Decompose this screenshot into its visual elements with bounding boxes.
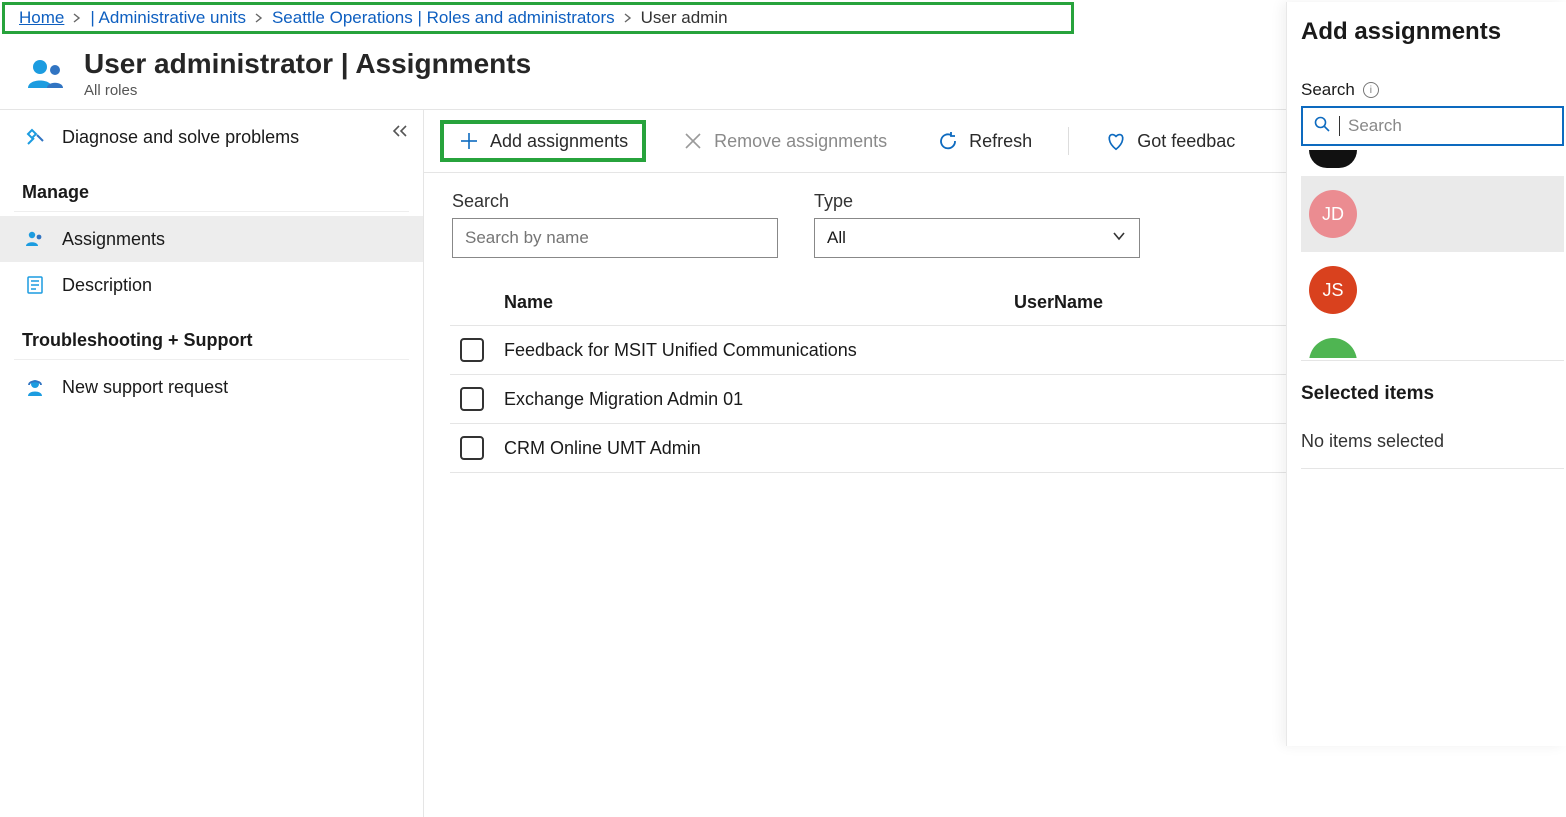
sidebar-item-label: Description	[62, 275, 152, 296]
sidebar-item-diagnose[interactable]: Diagnose and solve problems	[0, 114, 423, 160]
toolbar-label: Remove assignments	[714, 131, 887, 152]
panel-title: Add assignments	[1301, 18, 1564, 46]
selected-items-title: Selected items	[1301, 383, 1564, 405]
panel-search-placeholder: Search	[1348, 116, 1402, 136]
sidebar-item-label: Assignments	[62, 229, 165, 250]
breadcrumb-current: User admin	[641, 8, 728, 28]
sidebar-heading-manage: Manage	[14, 160, 409, 212]
breadcrumb-home[interactable]: Home	[19, 8, 64, 28]
sidebar-item-description[interactable]: Description	[0, 262, 423, 308]
chevron-right-icon	[623, 11, 633, 26]
type-select[interactable]: All	[814, 218, 1140, 258]
feedback-button[interactable]: Got feedbac	[1091, 124, 1249, 158]
row-name: Feedback for MSIT Unified Communications	[504, 340, 1014, 361]
sidebar-heading-troubleshoot: Troubleshooting + Support	[14, 308, 409, 360]
page-subtitle: All roles	[84, 82, 531, 99]
wrench-icon	[24, 126, 46, 148]
heart-icon	[1105, 130, 1127, 152]
breadcrumb-admin-units[interactable]: | Administrative units	[90, 8, 246, 28]
result-item[interactable]: JD	[1301, 176, 1564, 252]
avatar	[1309, 150, 1357, 168]
document-icon	[24, 274, 46, 296]
result-item[interactable]: JS	[1301, 252, 1564, 328]
toolbar-label: Got feedbac	[1137, 131, 1235, 152]
type-value: All	[827, 228, 846, 248]
refresh-button[interactable]: Refresh	[923, 124, 1046, 158]
add-assignments-button[interactable]: Add assignments	[440, 120, 646, 162]
avatar: JD	[1309, 190, 1357, 238]
row-name: CRM Online UMT Admin	[504, 438, 1014, 459]
sidebar-item-assignments[interactable]: Assignments	[0, 216, 423, 262]
plus-icon	[458, 130, 480, 152]
search-icon	[1313, 115, 1331, 138]
search-label: Search	[452, 191, 778, 212]
users-small-icon	[24, 228, 46, 250]
row-checkbox[interactable]	[460, 436, 484, 460]
row-checkbox[interactable]	[460, 338, 484, 362]
collapse-icon[interactable]	[391, 122, 409, 143]
avatar	[1309, 338, 1357, 358]
users-icon	[26, 54, 66, 94]
selected-items-section: Selected items No items selected	[1301, 360, 1564, 469]
sidebar-item-label: Diagnose and solve problems	[62, 127, 299, 148]
refresh-icon	[937, 130, 959, 152]
sidebar-item-label: New support request	[62, 377, 228, 398]
remove-assignments-button[interactable]: Remove assignments	[668, 124, 901, 158]
avatar: JS	[1309, 266, 1357, 314]
panel-search-input[interactable]: Search	[1301, 106, 1564, 146]
chevron-right-icon	[254, 11, 264, 26]
chevron-right-icon	[72, 11, 82, 26]
selected-items-empty: No items selected	[1301, 431, 1564, 469]
breadcrumb-seattle[interactable]: Seattle Operations | Roles and administr…	[272, 8, 615, 28]
add-assignments-panel: Add assignments Search i Search JD JS Se…	[1286, 2, 1566, 746]
row-checkbox[interactable]	[460, 387, 484, 411]
row-name: Exchange Migration Admin 01	[504, 389, 1014, 410]
col-name[interactable]: Name	[504, 292, 1014, 313]
panel-search-label: Search i	[1301, 80, 1564, 100]
toolbar-label: Add assignments	[490, 131, 628, 152]
type-label: Type	[814, 191, 1140, 212]
info-icon[interactable]: i	[1363, 82, 1379, 98]
chevron-down-icon	[1111, 228, 1127, 249]
sidebar: Diagnose and solve problems Manage Assig…	[0, 110, 424, 817]
result-item[interactable]	[1301, 328, 1564, 358]
x-icon	[682, 130, 704, 152]
toolbar-label: Refresh	[969, 131, 1032, 152]
search-results: JD JS	[1301, 150, 1564, 358]
separator	[1068, 127, 1069, 155]
sidebar-item-support[interactable]: New support request	[0, 364, 423, 410]
page-title: User administrator | Assignments	[84, 48, 531, 80]
headset-icon	[24, 376, 46, 398]
search-input[interactable]	[452, 218, 778, 258]
breadcrumb: Home | Administrative units Seattle Oper…	[2, 2, 1074, 34]
result-item[interactable]	[1301, 150, 1564, 176]
